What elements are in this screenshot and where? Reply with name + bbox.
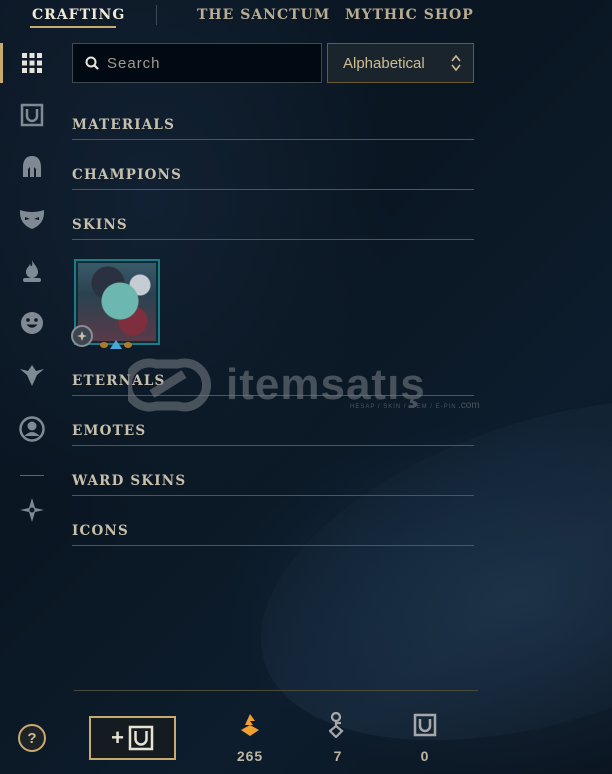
helmet-icon[interactable] <box>19 154 45 180</box>
help-label: ? <box>27 729 37 747</box>
currency-orange-essence: 265 <box>230 712 270 772</box>
sidebar-active-indicator <box>0 43 3 83</box>
top-nav: CRAFTING THE SANCTUM MYTHIC SHOP <box>0 0 612 32</box>
grid-icon[interactable] <box>19 50 45 76</box>
currency-keys: 7 <box>318 712 358 772</box>
currency-value: 265 <box>236 748 264 764</box>
category-emotes[interactable]: EMOTES <box>72 422 474 446</box>
category-label: ETERNALS <box>72 373 166 389</box>
key-icon <box>326 712 350 738</box>
tab-crafting[interactable]: CRAFTING <box>32 7 125 23</box>
sidebar <box>0 40 64 540</box>
profile-icon[interactable] <box>19 416 45 442</box>
category-label: MATERIALS <box>72 117 176 133</box>
category-label: WARD SKINS <box>72 473 187 489</box>
category-eternals[interactable]: ETERNALS <box>72 372 474 396</box>
help-button[interactable]: ? <box>18 724 46 752</box>
ward-icon[interactable] <box>19 362 45 388</box>
emote-face-icon[interactable] <box>19 310 45 336</box>
currency-chests: 0 <box>405 712 445 772</box>
search-box <box>72 43 322 83</box>
mastery-badge-icon <box>71 325 93 347</box>
search-input[interactable] <box>107 54 307 72</box>
category-label: ICONS <box>72 523 129 539</box>
category-ward-skins[interactable]: WARD SKINS <box>72 472 474 496</box>
nav-divider <box>156 5 157 25</box>
currency-value: 7 <box>333 748 343 764</box>
category-label: SKINS <box>72 217 128 233</box>
active-tab-underline <box>30 26 116 28</box>
plus-icon: + <box>111 725 124 750</box>
bottom-divider <box>74 690 478 691</box>
up-down-chevron-icon <box>451 54 461 72</box>
category-skins[interactable]: SKINS <box>72 216 474 240</box>
category-champions[interactable]: CHAMPIONS <box>72 166 474 190</box>
sidebar-separator <box>20 475 44 476</box>
chest-icon <box>413 712 437 738</box>
category-icons[interactable]: ICONS <box>72 522 474 546</box>
sort-dropdown-label: Alphabetical <box>343 54 425 72</box>
chest-icon <box>128 725 154 751</box>
skin-rarity-gem-icon <box>110 340 122 349</box>
category-materials[interactable]: MATERIALS <box>72 116 474 140</box>
category-label: EMOTES <box>72 423 147 439</box>
category-label: CHAMPIONS <box>72 167 183 183</box>
flame-icon[interactable] <box>19 258 45 284</box>
add-chest-button[interactable]: + <box>89 716 176 760</box>
currency-value: 0 <box>420 748 430 764</box>
compass-icon[interactable] <box>19 497 45 523</box>
search-icon <box>83 54 101 72</box>
mask-icon[interactable] <box>19 206 45 232</box>
sort-dropdown[interactable]: Alphabetical <box>327 43 474 83</box>
tab-the-sanctum[interactable]: THE SANCTUM <box>197 7 330 23</box>
orange-essence-icon <box>238 712 262 738</box>
tab-mythic-shop[interactable]: MYTHIC SHOP <box>345 7 474 23</box>
chest-icon[interactable] <box>19 102 45 128</box>
